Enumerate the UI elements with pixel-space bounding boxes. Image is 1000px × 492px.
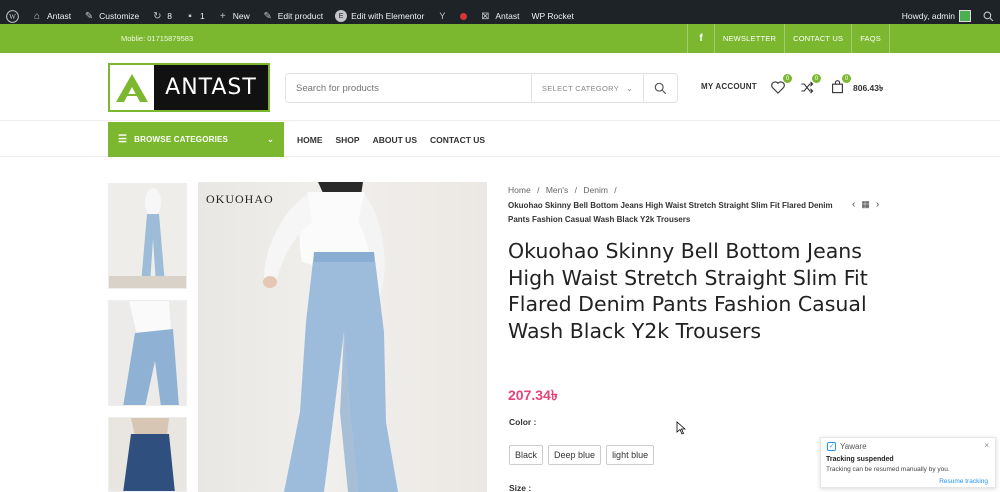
comments-count: 1 <box>200 11 205 21</box>
chevron-down-icon: ⌄ <box>267 135 274 144</box>
color-option-black[interactable]: Black <box>509 445 544 465</box>
new-label: New <box>232 11 250 21</box>
yoast-icon: Y <box>439 11 446 21</box>
cart-total[interactable]: 806.43৳ <box>853 82 883 96</box>
color-option-deep-blue[interactable]: Deep blue <box>548 445 602 465</box>
search-button[interactable] <box>643 74 677 102</box>
breadcrumb-separator: / <box>574 185 577 195</box>
color-label: Color : <box>509 417 537 427</box>
grid-icon[interactable]: ▦ <box>861 199 870 210</box>
product-main-image[interactable]: OKUOHAO <box>198 182 487 492</box>
yaware-title: Tracking suspended <box>826 456 894 463</box>
breadcrumb-current: Okuohao Skinny Bell Bottom Jeans High Wa… <box>508 201 833 224</box>
elementor-icon: E <box>335 10 348 22</box>
product-photo-thumbnail <box>109 418 186 491</box>
howdy-label: Howdy, admin <box>901 11 955 21</box>
yaware-header: ✓ Yaware <box>827 442 867 451</box>
plus-icon: + <box>219 10 226 22</box>
mobile-number: Moblie: 01715879583 <box>121 34 194 43</box>
chevron-down-icon: ⌄ <box>625 83 633 93</box>
avatar <box>959 10 971 22</box>
color-option-light-blue[interactable]: light blue <box>606 445 655 465</box>
browse-categories-label: BROWSE CATEGORIES <box>134 135 229 144</box>
category-select[interactable]: SELECT CATEGORY ⌄ <box>531 74 643 102</box>
product-title: Okuohao Skinny Bell Bottom Jeans High Wa… <box>508 239 868 343</box>
resume-tracking-link[interactable]: Resume tracking <box>939 478 988 485</box>
hamburger-icon: ☰ <box>118 134 128 145</box>
shopping-bag-icon <box>831 80 843 94</box>
facebook-icon[interactable]: f <box>687 24 714 53</box>
newsletter-link[interactable]: NEWSLETTER <box>713 24 784 53</box>
site-logo[interactable]: ANTAST <box>108 63 270 112</box>
category-select-label: SELECT CATEGORY <box>542 83 620 93</box>
top-bar: Moblie: 01715879583 f NEWSLETTER CONTACT… <box>0 24 1000 53</box>
close-icon[interactable]: × <box>984 441 989 450</box>
antast-theme-label: Antast <box>495 11 520 21</box>
contact-us-top-link[interactable]: CONTACT US <box>784 24 851 53</box>
theme-icon: ⊠ <box>481 10 490 22</box>
wishlist-count: 0 <box>783 74 792 83</box>
update-icon: ↻ <box>153 10 162 22</box>
faqs-link[interactable]: FAQS <box>851 24 890 53</box>
wp-rocket-label: WP Rocket <box>531 11 574 21</box>
svg-text:W: W <box>9 13 16 21</box>
gallery-thumbnail-3[interactable] <box>108 417 187 492</box>
menu-item-shop[interactable]: SHOP <box>336 135 360 145</box>
size-label: Size : <box>509 483 532 492</box>
brush-icon: ✎ <box>84 10 94 22</box>
yaware-logo-icon: ✓ <box>827 442 836 451</box>
wishlist-button[interactable]: 0 <box>769 74 792 95</box>
cart-count: 0 <box>842 74 851 83</box>
breadcrumb-separator: / <box>614 185 617 195</box>
color-swatches: Black Deep blue light blue <box>509 445 655 465</box>
chevron-left-icon[interactable]: ‹ <box>852 199 855 210</box>
menu-item-contact-us[interactable]: CONTACT US <box>430 135 485 145</box>
mouse-cursor-icon <box>676 421 686 435</box>
product-photo-thumbnail <box>109 184 186 288</box>
breadcrumb-separator: / <box>537 185 540 195</box>
gallery-thumbnail-2[interactable] <box>108 300 187 406</box>
product-search: SELECT CATEGORY ⌄ <box>285 73 678 103</box>
search-icon <box>983 11 994 21</box>
updates-count: 8 <box>167 11 172 21</box>
edit-product-label: Edit product <box>277 11 324 21</box>
search-icon <box>654 82 667 94</box>
logo-text: ANTAST <box>154 65 268 110</box>
product-price: 207.34৳ <box>508 387 558 403</box>
cart-button[interactable]: 0 <box>828 74 851 95</box>
pencil-icon: ✎ <box>263 10 272 22</box>
product-navigation: ‹ ▦ › <box>852 199 879 210</box>
product-photo <box>263 182 398 492</box>
gallery-thumbnail-1[interactable] <box>108 183 187 289</box>
site-header: ANTAST SELECT CATEGORY ⌄ MY ACCOUNT 0 0 … <box>0 53 1000 121</box>
edit-elementor-label: Edit with Elementor <box>351 11 425 21</box>
compare-button[interactable]: 0 <box>798 74 821 95</box>
menu-item-about-us[interactable]: ABOUT US <box>373 135 417 145</box>
yaware-app-name: Yaware <box>840 442 867 451</box>
primary-menu: HOME SHOP ABOUT US CONTACT US <box>297 122 485 157</box>
browse-categories-button[interactable]: ☰ BROWSE CATEGORIES ⌄ <box>108 122 284 157</box>
compare-count: 0 <box>812 74 821 83</box>
chevron-right-icon[interactable]: › <box>876 199 879 210</box>
status-dot-icon <box>460 12 468 20</box>
comment-icon: ▪ <box>188 10 192 22</box>
wordpress-icon: W <box>6 9 19 23</box>
breadcrumb: Home / Men's / Denim / <box>508 185 621 195</box>
main-navigation: ☰ BROWSE CATEGORIES ⌄ HOME SHOP ABOUT US… <box>0 122 1000 157</box>
site-name-label: Antast <box>47 11 72 21</box>
product-photo-thumbnail <box>109 301 186 405</box>
breadcrumb-denim[interactable]: Denim <box>583 185 608 195</box>
customize-label: Customize <box>99 11 140 21</box>
yaware-message: Tracking can be resumed manually by you. <box>826 466 950 473</box>
shuffle-icon <box>801 81 814 93</box>
breadcrumb-mens[interactable]: Men's <box>546 185 568 195</box>
yaware-notification: ✓ Yaware × Tracking suspended Tracking c… <box>820 437 996 488</box>
breadcrumb-home[interactable]: Home <box>508 185 531 195</box>
logo-mark-icon <box>110 65 154 110</box>
menu-item-home[interactable]: HOME <box>297 135 323 145</box>
heart-icon <box>771 80 785 94</box>
my-account-link[interactable]: MY ACCOUNT <box>701 82 757 91</box>
home-icon: ⌂ <box>33 10 41 22</box>
search-input[interactable] <box>286 74 531 102</box>
